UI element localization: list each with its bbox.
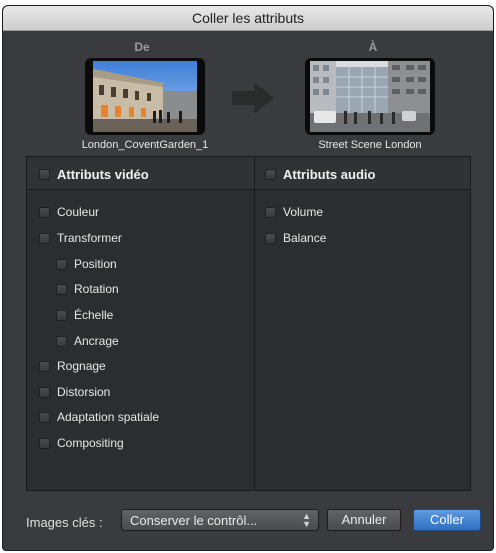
label-balance: Balance [283, 231, 327, 245]
keyframes-popup[interactable]: Conserver le contrôl... ▲ ▼ [121, 509, 319, 531]
destination-thumbnail-frame [305, 58, 435, 135]
updown-arrows-icon: ▲ ▼ [302, 511, 311, 529]
column-divider [254, 157, 255, 490]
checkbox-echelle[interactable] [56, 310, 67, 321]
label-position: Position [74, 257, 117, 271]
checkbox-position[interactable] [56, 259, 67, 270]
destination-clip-name: Street Scene London [318, 139, 422, 151]
checkbox-volume[interactable] [265, 207, 276, 218]
checkbox-distorsion[interactable] [39, 387, 50, 398]
cancel-button[interactable]: Annuler [327, 509, 401, 531]
label-rognage: Rognage [57, 359, 106, 373]
keyframes-popup-value: Conserver le contrôl... [130, 513, 258, 528]
paste-button[interactable]: Coller [413, 509, 481, 531]
source-clip-name: London_CoventGarden_1 [81, 139, 209, 151]
label-volume: Volume [283, 205, 324, 219]
destination-label: À [368, 40, 378, 54]
audio-attributes-header: Attributs audio [255, 157, 470, 190]
label-adaptation-spatiale: Adaptation spatiale [57, 410, 160, 424]
checkbox-adaptation-spatiale[interactable] [39, 412, 50, 423]
checkbox-compositing[interactable] [39, 438, 50, 449]
checkbox-rognage[interactable] [39, 361, 50, 372]
checkbox-rotation[interactable] [56, 284, 67, 295]
label-echelle: Échelle [74, 308, 114, 322]
audio-attributes-checkbox[interactable] [265, 169, 276, 180]
keyframes-label: Images clés : [26, 515, 103, 530]
label-transformer: Transformer [57, 231, 122, 245]
checkbox-transformer[interactable] [39, 233, 50, 244]
arrow-right-icon [232, 82, 274, 119]
audio-attributes-label: Attributs audio [283, 167, 376, 182]
video-attributes-header: Attributs vidéo [27, 157, 254, 190]
label-distorsion: Distorsion [57, 385, 111, 399]
label-rotation: Rotation [74, 282, 119, 296]
checkbox-couleur[interactable] [39, 207, 50, 218]
video-attributes-label: Attributs vidéo [57, 167, 149, 182]
checkbox-balance[interactable] [265, 233, 276, 244]
video-attributes-checkbox[interactable] [39, 169, 50, 180]
destination-thumbnail [310, 61, 430, 132]
source-thumbnail [93, 61, 197, 132]
label-couleur: Couleur [57, 205, 100, 219]
attributes-panel: Attributs vidéo Attributs audio Couleur … [26, 156, 471, 491]
source-label: De [134, 40, 150, 54]
label-ancrage: Ancrage [74, 334, 119, 348]
window-title: Coller les attributs [3, 6, 493, 31]
source-thumbnail-frame [85, 58, 205, 135]
label-compositing: Compositing [57, 436, 124, 450]
checkbox-ancrage[interactable] [56, 336, 67, 347]
